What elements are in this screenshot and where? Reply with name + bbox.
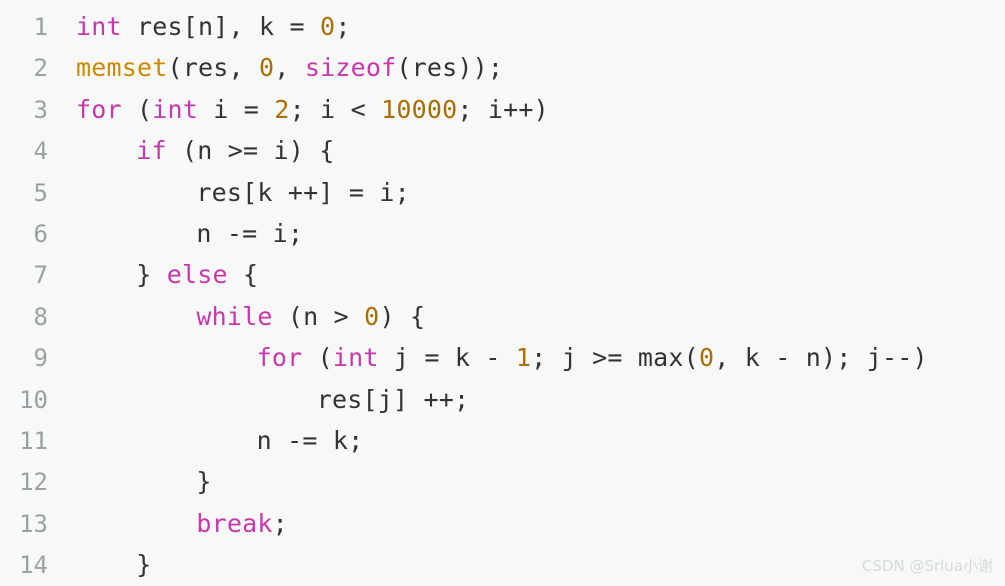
line-number: 3 bbox=[33, 95, 48, 124]
code-token: , bbox=[274, 53, 305, 83]
code-token: 0 bbox=[698, 343, 715, 373]
code-block: 1 int res[n], k = 0; 2 memset(res, 0, sizeo… bbox=[0, 0, 1005, 584]
code-line: 8 while (n > 0) { bbox=[0, 296, 1005, 337]
line-content: } bbox=[48, 461, 212, 502]
code-token: } bbox=[136, 260, 167, 290]
code-token: for bbox=[76, 94, 122, 124]
line-number: 13 bbox=[19, 509, 48, 538]
code-token: n -= k; bbox=[256, 425, 364, 455]
line-number: 10 bbox=[19, 385, 48, 414]
code-line: 12} bbox=[0, 461, 1005, 502]
code-line: 5 res[k ++] = i; bbox=[0, 172, 1005, 213]
code-token: break bbox=[196, 508, 273, 538]
line-number: 11 bbox=[19, 426, 48, 455]
line-content: res[k ++] = i; bbox=[48, 172, 410, 213]
code-token: 2 bbox=[274, 94, 290, 124]
line-content: if (n >= i) { bbox=[48, 130, 334, 171]
code-line: 1 int res[n], k = 0; bbox=[0, 6, 1005, 47]
line-content: int res[n], k = 0; bbox=[48, 6, 351, 47]
code-line: 4 if (n >= i) { bbox=[0, 130, 1005, 171]
code-line: 9 for (int j = k - 1; j >= max(0, k - n);… bbox=[0, 337, 1005, 378]
line-number: 7 bbox=[33, 261, 48, 290]
code-token: if bbox=[136, 136, 167, 166]
code-token: } bbox=[196, 467, 212, 497]
code-token: 10000 bbox=[381, 94, 458, 124]
code-token: (n > bbox=[272, 301, 365, 331]
code-token: memset bbox=[76, 53, 168, 83]
line-content: for (int i = 2; i < 10000; i++) bbox=[48, 89, 549, 130]
line-number: 1 bbox=[33, 13, 48, 41]
code-line: 6 n -= i; bbox=[0, 213, 1005, 254]
line-number: 2 bbox=[33, 54, 48, 83]
code-token: } bbox=[136, 550, 152, 580]
line-content: memset(res, 0, sizeof(res)); bbox=[48, 47, 503, 88]
code-token: ( bbox=[121, 94, 153, 124]
code-token: i = bbox=[198, 94, 275, 124]
code-token: while bbox=[196, 301, 273, 331]
csdn-watermark: CSDN @Srlua小谢 bbox=[861, 557, 993, 575]
code-token: ; bbox=[335, 12, 351, 41]
code-token: n -= i; bbox=[196, 218, 304, 248]
code-line: 3 for (int i = 2; i < 10000; i++) bbox=[0, 89, 1005, 130]
code-token: , k - n); j--) bbox=[714, 343, 928, 373]
code-token: int bbox=[152, 94, 199, 124]
line-number: 4 bbox=[33, 137, 48, 166]
code-token: ; j >= max( bbox=[531, 343, 699, 373]
line-number: 14 bbox=[19, 551, 48, 580]
line-number: 9 bbox=[33, 344, 48, 373]
code-token: ; i++) bbox=[457, 94, 549, 124]
code-line: 10 res[j] ++; bbox=[0, 379, 1005, 420]
code-token: 0 bbox=[364, 301, 380, 331]
line-content: res[j] ++; bbox=[48, 379, 469, 420]
code-line: 11 n -= k; bbox=[0, 420, 1005, 461]
code-token: for bbox=[256, 343, 303, 373]
code-token: 1 bbox=[515, 343, 532, 373]
code-token: ; bbox=[272, 508, 288, 538]
code-token: res[j] ++; bbox=[316, 384, 470, 414]
code-token: ; i < bbox=[289, 94, 382, 124]
code-token: (res)); bbox=[396, 53, 504, 83]
code-line: 2 memset(res, 0, sizeof(res)); bbox=[0, 47, 1005, 88]
line-content: n -= i; bbox=[48, 213, 303, 254]
code-token: res[k ++] = i; bbox=[196, 177, 410, 207]
code-token: int bbox=[332, 343, 379, 373]
code-token: j = k - bbox=[378, 343, 516, 373]
code-lines-container: 1 int res[n], k = 0; 2 memset(res, 0, sizeo… bbox=[0, 6, 1005, 585]
code-token: (res, bbox=[167, 53, 260, 83]
line-number: 5 bbox=[33, 178, 48, 207]
code-line: 14} bbox=[0, 544, 1005, 585]
line-number: 8 bbox=[33, 302, 48, 331]
line-content: n -= k; bbox=[48, 420, 364, 461]
code-token: res[n], k = bbox=[121, 12, 321, 41]
code-token: { bbox=[227, 260, 259, 290]
code-token: ( bbox=[302, 343, 333, 373]
line-number: 12 bbox=[19, 468, 48, 497]
code-line: 13 break; bbox=[0, 503, 1005, 544]
line-content: for (int j = k - 1; j >= max(0, k - n); … bbox=[48, 337, 928, 378]
code-token: 0 bbox=[320, 12, 336, 41]
line-number: 6 bbox=[33, 219, 48, 248]
line-content: } bbox=[48, 544, 151, 585]
code-token: int bbox=[76, 12, 122, 41]
line-content: } else { bbox=[48, 254, 258, 295]
line-content: break; bbox=[48, 503, 288, 544]
code-token: (n >= i) { bbox=[166, 136, 335, 166]
line-content: while (n > 0) { bbox=[48, 296, 425, 337]
code-line: 7} else { bbox=[0, 254, 1005, 295]
code-token: else bbox=[166, 260, 228, 290]
code-token: 0 bbox=[259, 53, 275, 83]
code-token: sizeof bbox=[304, 53, 397, 83]
code-token: ) { bbox=[379, 301, 426, 331]
